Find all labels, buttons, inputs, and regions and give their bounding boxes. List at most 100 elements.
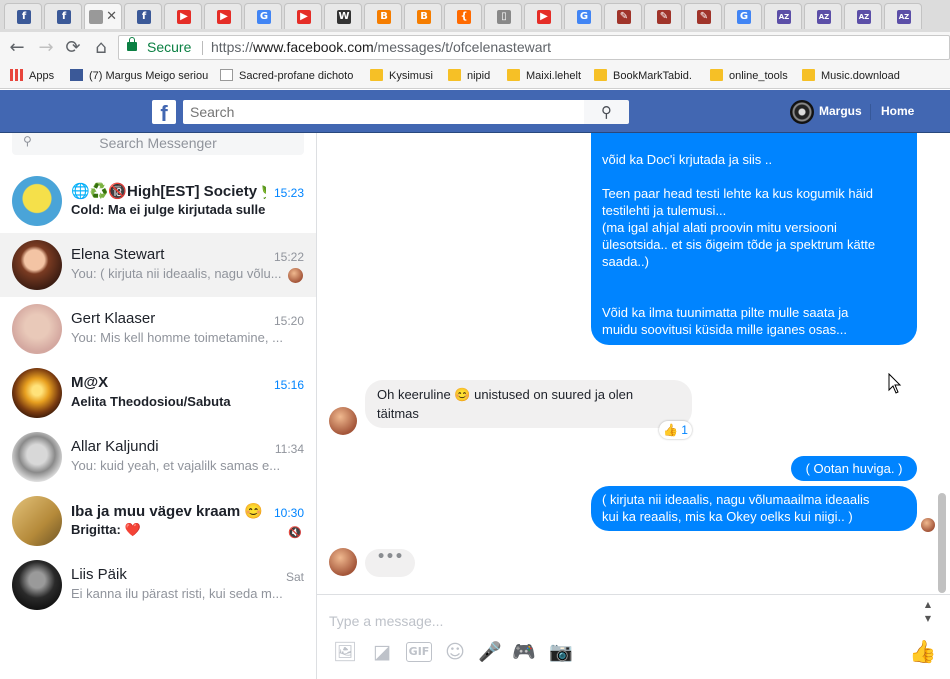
conversation-name: Gert Klaaser [71,310,156,327]
youtube-icon: ▶ [297,10,311,24]
conversation-snippet: Brigitta: ❤️ [71,522,141,537]
sticker-icon[interactable]: ◪ [370,640,394,664]
browser-tab[interactable]: f [4,3,42,29]
gif-icon[interactable]: GIF [406,642,432,662]
conversation-item[interactable]: Allar Kaljundi You: kuid yeah, et vajalil… [0,425,316,489]
reload-button[interactable]: ⟳ [61,36,85,60]
google-icon: G [737,10,751,24]
browser-tab[interactable]: G [244,3,282,29]
conversation-snippet: You: ( kirjuta nii ideaalis, nagu võlu..… [71,266,282,281]
home-link[interactable]: Home [881,104,914,118]
browser-tab[interactable]: AZ [804,3,842,29]
conversation-item[interactable]: Gert Klaaser You: Mis kell homme toimetam… [0,297,316,361]
reaction-badge[interactable]: 👍 1 [659,421,692,439]
browser-tab[interactable]: G [724,3,762,29]
profile-name[interactable]: Margus [819,104,862,118]
message-line: saada..) [602,254,649,269]
browser-tab[interactable]: AZ [844,3,882,29]
bookmark-item[interactable]: BookMarkTabid. [594,68,704,84]
browser-tab[interactable]: ▯ [484,3,522,29]
messenger-search-input[interactable]: Search Messenger ⚲ [12,133,304,155]
address-bar[interactable]: Secure https://www.facebook.com/messages… [118,35,950,60]
browser-tab[interactable]: ✎ [684,3,722,29]
facebook-search-input[interactable] [183,100,584,124]
like-button[interactable]: 👍 [909,640,936,666]
message-bubble-outgoing: võid ka Doc'i krjutada ja siis .. Teen pa… [591,133,917,345]
avatar [12,560,62,610]
avatar [12,304,62,354]
message-bubble-outgoing: ( kirjuta nii ideaalis, nagu võlumaailma… [591,486,917,531]
browser-tab[interactable]: ▶ [524,3,562,29]
bookmark-item[interactable]: Apps [10,68,60,84]
bookmark-item[interactable]: Sacred-profane dichoto [220,68,360,84]
contact-avatar[interactable] [329,407,357,435]
tab-close-icon[interactable]: ✕ [106,8,117,24]
browser-tab[interactable]: G [564,3,602,29]
conversation-item[interactable]: Iba ja muu vägev kraam 😊 Brigitta: ❤️ 10:3… [0,489,316,553]
facebook-logo[interactable]: f [152,100,176,126]
url-text[interactable]: https://www.facebook.com/messages/t/ofce… [211,36,551,59]
conversation-time: 15:23 [273,186,304,200]
conversation-item[interactable]: Liis Päik Ei kanna ilu pärast risti, kui … [0,553,316,617]
folder-icon [802,69,815,81]
conversation-name: M@X [71,374,109,391]
forward-button[interactable]: → [34,36,58,60]
blogger-icon: B [417,10,431,24]
bookmark-item[interactable]: Music.download [802,68,907,84]
bookmark-item[interactable]: Maixi.lehelt [507,68,587,84]
bookmark-label: (7) Margus Meigo seriou [89,70,209,82]
search-button[interactable]: ⚲ [584,100,629,124]
browser-tab[interactable]: f [124,3,162,29]
header-divider [870,104,871,120]
composer-scrollbar[interactable]: ▲ ▼ [921,598,935,628]
conversation-time: 11:34 [274,442,304,456]
google-icon: G [577,10,591,24]
game-icon[interactable]: 🎮 [512,640,536,664]
bookmark-item[interactable]: (7) Margus Meigo seriou [70,68,210,84]
firefox-icon: { [457,10,471,24]
back-button[interactable]: ← [5,36,29,60]
browser-tab[interactable]: ✕ [84,3,122,29]
conversation-item[interactable]: 🌐♻️🔞High[EST] Society 🌿 Cold: Ma ei julge… [0,169,316,233]
avatar [12,240,62,290]
camera-icon[interactable]: 📷 [549,640,573,664]
browser-tab[interactable]: { [444,3,482,29]
browser-tab[interactable]: ✎ [644,3,682,29]
browser-tab[interactable]: f [44,3,82,29]
youtube-icon: ▶ [177,10,191,24]
browser-tab[interactable]: W [324,3,362,29]
az-icon: AZ [817,10,831,24]
browser-tab[interactable]: ▶ [164,3,202,29]
message-line: kui ka reaalis, mis ka Okey oelks kui ni… [602,509,853,524]
browser-tab[interactable]: ✎ [604,3,642,29]
contact-avatar[interactable] [329,548,357,576]
bookmark-item[interactable]: online_tools [710,68,795,84]
az-icon: AZ [777,10,791,24]
message-input[interactable]: Type a message... [329,613,443,629]
message-bubble-outgoing: ( Ootan huviga. ) [791,456,917,481]
conversation-name: Liis Päik [71,566,127,583]
browser-tab[interactable]: AZ [764,3,802,29]
typing-indicator: ••• [365,549,415,577]
message-line: muidu soovitusi küsida mille iganes osas… [602,322,847,337]
conversation-item[interactable]: Elena Stewart You: ( kirjuta nii ideaalis… [0,233,316,297]
bookmark-item[interactable]: nipid [448,68,503,84]
microphone-icon[interactable]: 🎤 [478,640,502,664]
browser-tab[interactable]: ▶ [284,3,322,29]
home-button[interactable]: ⌂ [89,36,113,60]
browser-tab[interactable]: B [364,3,402,29]
page-icon: ▯ [497,10,511,24]
browser-tab[interactable]: B [404,3,442,29]
message-line: (ma igal ahjal alati proovin mitu versio… [602,220,837,235]
avatar [12,368,62,418]
conversation-item[interactable]: M@X Aelita Theodosiou/Sabuta 15:16 [0,361,316,425]
message-line [602,287,905,304]
avatar[interactable] [790,100,814,124]
browser-tab[interactable]: AZ [884,3,922,29]
chat-scrollbar[interactable] [938,493,946,593]
emoji-icon[interactable]: ☺ [443,640,467,664]
bookmark-item[interactable]: Kysimusi [370,68,440,84]
browser-tab[interactable]: ▶ [204,3,242,29]
avatar [12,432,62,482]
photo-icon[interactable]: 🖼 [333,640,357,664]
